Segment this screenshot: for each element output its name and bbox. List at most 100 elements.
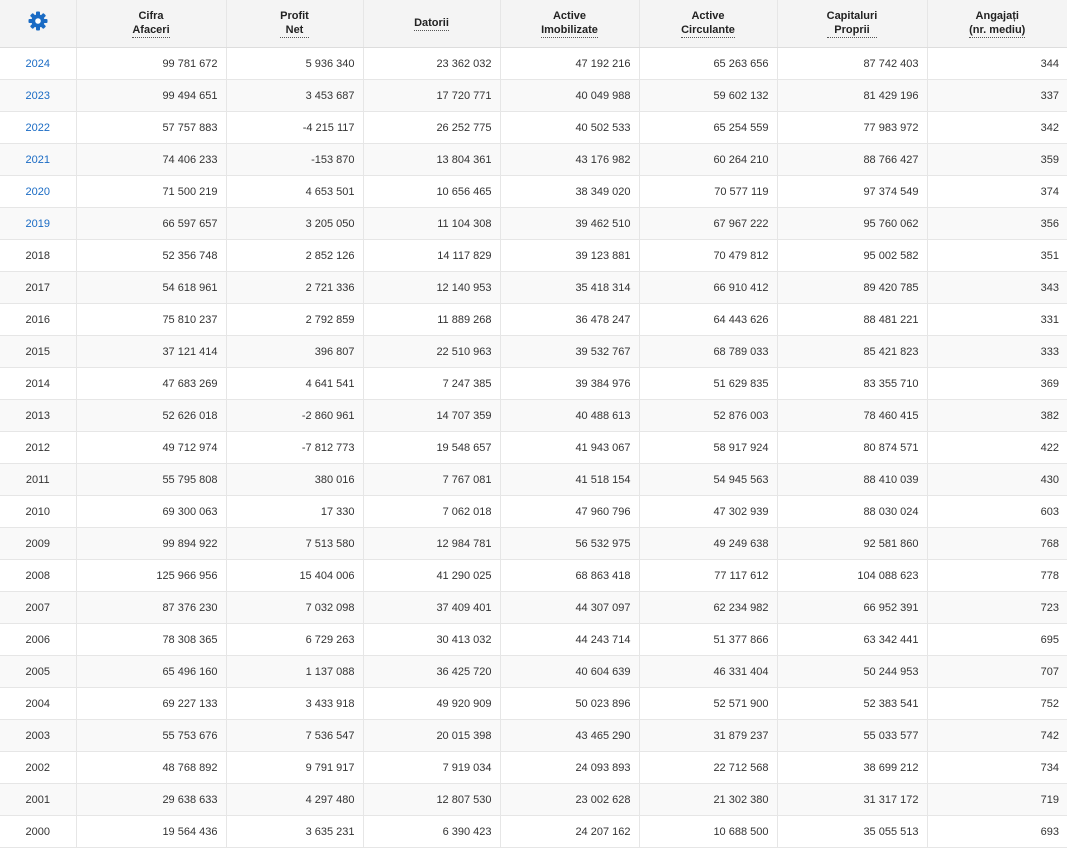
value-cell: 99 894 922	[75, 527, 226, 560]
value-cell: 87 742 403	[776, 47, 927, 80]
table-row: 2007 87 376 230 7 032 098 37 409 401 44 307 …	[0, 591, 1067, 624]
value-cell: 65 263 656	[638, 47, 777, 80]
value-cell: 719	[926, 783, 1067, 816]
column-header-label[interactable]: Cifra Afaceri	[132, 9, 170, 38]
value-cell: 40 604 639	[499, 655, 639, 688]
year-label: 2007	[25, 601, 50, 614]
value-cell: 35 418 314	[499, 271, 639, 304]
value-cell: 343	[926, 271, 1067, 304]
value-cell: 83 355 710	[776, 367, 927, 400]
column-header[interactable]: Capitaluri Proprii	[776, 0, 927, 48]
table-row: 2019 66 597 657 3 205 050 11 104 308 39 462 …	[0, 207, 1067, 240]
column-header-label[interactable]: Active Imobilizate	[541, 9, 598, 38]
value-cell: 3 453 687	[225, 79, 363, 112]
year-cell: 2009	[0, 527, 76, 560]
column-header[interactable]: Cifra Afaceri	[75, 0, 226, 48]
column-header[interactable]: Profit Net	[225, 0, 363, 48]
year-cell: 2008	[0, 559, 76, 592]
year-label: 2015	[25, 345, 50, 358]
table-row: 2010 69 300 063 17 330 7 062 018 47 960 796 4…	[0, 495, 1067, 528]
table-body: 2024 99 781 672 5 936 340 23 362 032 47 192 …	[0, 47, 1067, 848]
value-cell: 65 496 160	[75, 655, 226, 688]
header-row: Cifra Afaceri Profit Net Datorii Active Imobil…	[0, 0, 1067, 48]
value-cell: 3 635 231	[225, 815, 363, 848]
year-label: 2001	[25, 793, 50, 806]
value-cell: 723	[926, 591, 1067, 624]
column-header-label[interactable]: Capitaluri Proprii	[826, 9, 878, 38]
year-label: 2008	[25, 569, 50, 582]
column-header-line1: Profit	[280, 10, 309, 22]
value-cell: 7 032 098	[225, 591, 363, 624]
value-cell: 55 753 676	[75, 719, 226, 752]
table-row: 2024 99 781 672 5 936 340 23 362 032 47 192 …	[0, 47, 1067, 80]
column-header-line1: Capitaluri	[826, 10, 878, 22]
value-cell: 75 810 237	[75, 303, 226, 336]
column-header-label[interactable]: Active Circulante	[681, 9, 735, 38]
table-row: 2005 65 496 160 1 137 088 36 425 720 40 604 …	[0, 655, 1067, 688]
value-cell: 36 425 720	[362, 655, 500, 688]
year-label: 2017	[25, 281, 50, 294]
value-cell: 21 302 380	[638, 783, 777, 816]
value-cell: 95 760 062	[776, 207, 927, 240]
value-cell: 52 356 748	[75, 239, 226, 272]
value-cell: 64 443 626	[638, 303, 777, 336]
table-row: 2023 99 494 651 3 453 687 17 720 771 40 049 …	[0, 79, 1067, 112]
value-cell: 430	[926, 463, 1067, 496]
table-row: 2012 49 712 974 -7 812 773 19 548 657 41 943…	[0, 431, 1067, 464]
value-cell: 20 015 398	[362, 719, 500, 752]
year-label: 2018	[25, 249, 50, 262]
value-cell: -7 812 773	[225, 431, 363, 464]
column-header[interactable]: Active Circulante	[638, 0, 777, 48]
value-cell: 3 433 918	[225, 687, 363, 720]
table-row: 2013 52 626 018 -2 860 961 14 707 359 40 488…	[0, 399, 1067, 432]
value-cell: 104 088 623	[776, 559, 927, 592]
year-link[interactable]: 2023	[26, 90, 50, 102]
year-cell: 2005	[0, 655, 76, 688]
year-cell: 2023	[0, 79, 76, 112]
year-link[interactable]: 2024	[26, 58, 50, 70]
column-header[interactable]: Angajați (nr. mediu)	[926, 0, 1067, 48]
year-cell: 2006	[0, 623, 76, 656]
value-cell: 68 863 418	[499, 559, 639, 592]
value-cell: 88 030 024	[776, 495, 927, 528]
value-cell: 50 023 896	[499, 687, 639, 720]
column-header[interactable]: Datorii	[362, 0, 500, 48]
year-label: 2002	[25, 761, 50, 774]
value-cell: 22 712 568	[638, 751, 777, 784]
table-row: 2003 55 753 676 7 536 547 20 015 398 43 465 …	[0, 719, 1067, 752]
value-cell: 69 300 063	[75, 495, 226, 528]
value-cell: 17 720 771	[362, 79, 500, 112]
value-cell: 81 429 196	[776, 79, 927, 112]
column-header-label[interactable]: Angajați (nr. mediu)	[969, 9, 1026, 38]
value-cell: 30 413 032	[362, 623, 500, 656]
value-cell: 359	[926, 143, 1067, 176]
year-link[interactable]: 2021	[26, 154, 50, 166]
column-header-label[interactable]: Profit Net	[280, 9, 309, 38]
value-cell: 26 252 775	[362, 111, 500, 144]
year-link[interactable]: 2022	[26, 122, 50, 134]
year-label: 2000	[25, 825, 50, 838]
year-cell: 2007	[0, 591, 76, 624]
year-cell: 2003	[0, 719, 76, 752]
column-header-label[interactable]: Datorii	[414, 16, 449, 31]
year-link[interactable]: 2020	[26, 186, 50, 198]
year-label: 2003	[25, 729, 50, 742]
value-cell: 29 638 633	[75, 783, 226, 816]
year-cell: 2004	[0, 687, 76, 720]
gear-icon[interactable]	[28, 11, 48, 31]
value-cell: 37 121 414	[75, 335, 226, 368]
year-link[interactable]: 2019	[26, 218, 50, 230]
column-header[interactable]: Active Imobilizate	[499, 0, 639, 48]
column-header-line1: Datorii	[414, 17, 449, 29]
value-cell: 52 571 900	[638, 687, 777, 720]
year-cell: 2012	[0, 431, 76, 464]
value-cell: 44 243 714	[499, 623, 639, 656]
value-cell: 49 249 638	[638, 527, 777, 560]
value-cell: 1 137 088	[225, 655, 363, 688]
value-cell: 54 618 961	[75, 271, 226, 304]
value-cell: 99 781 672	[75, 47, 226, 80]
value-cell: 374	[926, 175, 1067, 208]
value-cell: 46 331 404	[638, 655, 777, 688]
value-cell: 2 852 126	[225, 239, 363, 272]
value-cell: 43 176 982	[499, 143, 639, 176]
